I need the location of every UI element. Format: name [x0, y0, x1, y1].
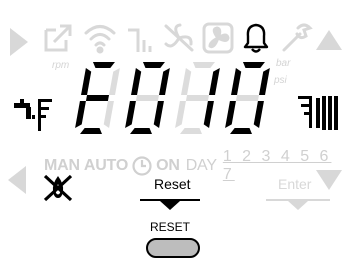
- digit-4-segment-b: [259, 68, 270, 95]
- digit-2-segment-b: [159, 68, 170, 95]
- fan-off-icon: [164, 23, 194, 52]
- radiator-level-icon: [298, 96, 312, 128]
- enter-label: Enter: [278, 176, 312, 192]
- digit-2-segment-d: [130, 128, 152, 134]
- digit-1-segment-e: [75, 101, 86, 128]
- digit-3-segment-b: [209, 68, 220, 95]
- digit-2-segment-c: [153, 101, 164, 128]
- digit-1-segment-g: [85, 95, 110, 101]
- flame-off-icon: [43, 174, 73, 202]
- digit-1-segment-d: [80, 128, 102, 134]
- wifi-icon: [84, 25, 116, 54]
- digit-4-segment-c: [253, 101, 264, 128]
- digit-3-segment-c: [203, 101, 214, 128]
- digit-4-segment-e: [225, 101, 236, 128]
- reset-arrow-icon: [140, 199, 200, 210]
- digit-2-segment-e: [125, 101, 136, 128]
- left-arrow-icon[interactable]: [8, 166, 26, 194]
- play-right-icon[interactable]: [10, 28, 28, 56]
- radiator-icon: [316, 96, 338, 130]
- fan-icon: [202, 22, 234, 54]
- up-arrow-icon[interactable]: [316, 30, 342, 50]
- heat-level-icon: [38, 99, 52, 131]
- digit-1-segment-c: [103, 101, 114, 128]
- rpm-unit: rpm: [52, 60, 70, 71]
- digit-3-segment-a: [192, 62, 215, 68]
- bell-icon: [243, 23, 269, 53]
- reset-button[interactable]: [146, 238, 200, 258]
- enter-arrow-icon: [266, 199, 330, 210]
- faucet-icon: [14, 99, 35, 119]
- digit-1-segment-f: [81, 68, 92, 95]
- digit-2-segment-g: [135, 95, 160, 101]
- wrench-icon: [282, 23, 313, 52]
- digit-4-segment-d: [230, 128, 252, 134]
- digit-4-segment-a: [242, 62, 265, 68]
- digit-2-segment-f: [131, 68, 142, 95]
- down-arrow-icon[interactable]: [316, 170, 342, 190]
- digit-2-segment-a: [142, 62, 165, 68]
- digit-3-segment-f: [181, 68, 192, 95]
- mode-on: ON: [156, 157, 180, 174]
- digit-1-segment-a: [92, 62, 115, 68]
- digit-3-segment-g: [185, 95, 210, 101]
- reset-button-label: RESET: [150, 220, 191, 234]
- digit-1-segment-b: [109, 68, 120, 95]
- clock-icon: [132, 156, 152, 176]
- digit-4-segment-g: [235, 95, 260, 101]
- mode-day: DAY: [185, 157, 217, 174]
- digit-4-segment-f: [231, 68, 242, 95]
- digit-3-segment-d: [180, 128, 202, 134]
- error-code-display: [75, 62, 270, 134]
- mode-auto: AUTO: [83, 157, 129, 174]
- external-icon: [44, 24, 72, 52]
- reset-label: Reset: [154, 176, 191, 192]
- pump-icon: [128, 28, 152, 52]
- digit-3-segment-e: [175, 101, 186, 128]
